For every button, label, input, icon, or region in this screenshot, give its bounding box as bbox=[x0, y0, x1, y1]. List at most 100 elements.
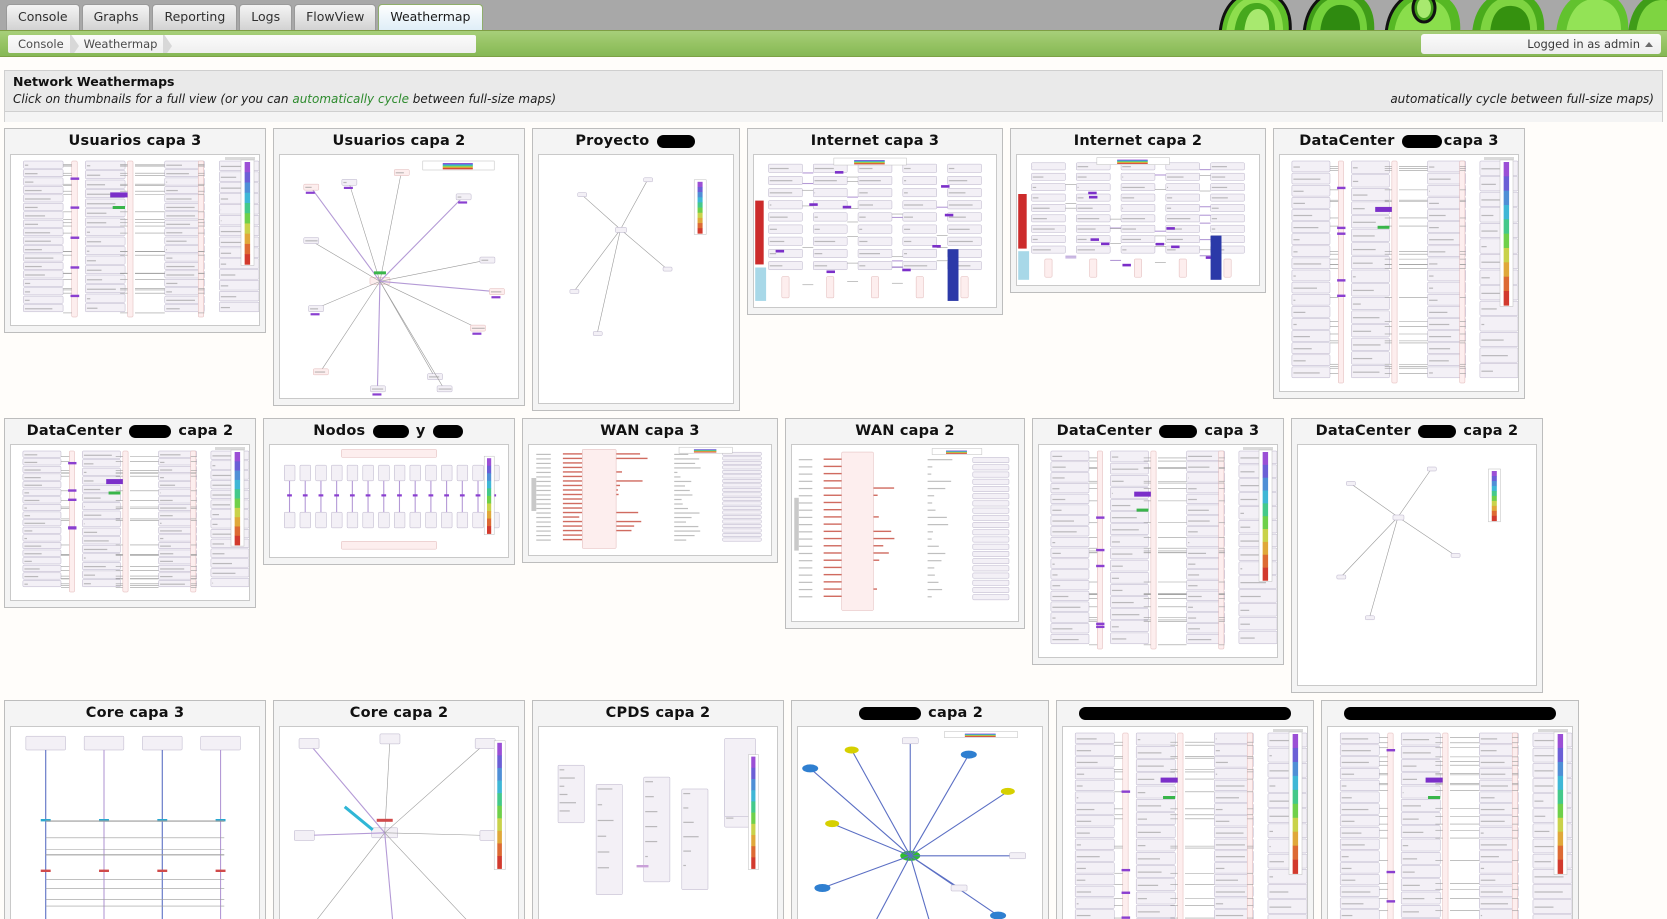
weathermap-card[interactable]: Nodos y bbox=[263, 418, 515, 566]
user-menu[interactable]: Logged in as admin bbox=[1421, 34, 1661, 54]
chevron-up-icon bbox=[1645, 41, 1653, 47]
weathermap-title-suffix: capa 2 bbox=[1458, 423, 1519, 440]
weathermap-title: Nodos y bbox=[264, 419, 514, 444]
right-note-after: between full-size maps) bbox=[1506, 91, 1654, 106]
weathermap-card[interactable]: Core capa 2 bbox=[273, 700, 525, 919]
weathermap-row: DataCenter capa 2 Nodos y WAN capa 3 WAN c… bbox=[4, 418, 1663, 694]
weathermap-thumbnail[interactable] bbox=[10, 444, 250, 602]
weathermap-thumbnail[interactable] bbox=[797, 726, 1043, 919]
weathermap-card[interactable] bbox=[1056, 700, 1314, 919]
redaction-bar bbox=[372, 424, 409, 438]
breadcrumb-item-weathermap[interactable]: Weathermap bbox=[70, 34, 173, 53]
weathermap-card[interactable]: Core capa 3 bbox=[4, 700, 266, 919]
redaction-bar bbox=[129, 424, 172, 438]
top-spacer bbox=[0, 57, 1667, 70]
weathermap-card[interactable]: Proyecto bbox=[532, 128, 740, 412]
page-subtitle: Click on thumbnails for a full view (or … bbox=[13, 91, 556, 107]
redaction-bar bbox=[432, 424, 463, 438]
weathermap-card[interactable]: Internet capa 2 bbox=[1010, 128, 1266, 294]
weathermap-title: DataCenter capa 3 bbox=[1033, 419, 1283, 444]
redaction-bar bbox=[858, 706, 921, 720]
page-title: Network Weathermaps bbox=[13, 74, 175, 89]
weathermap-thumbnail[interactable] bbox=[753, 154, 997, 309]
weathermap-title: Core capa 2 bbox=[274, 701, 524, 726]
weathermap-thumbnail[interactable] bbox=[10, 726, 260, 919]
weathermap-thumbnail[interactable] bbox=[1297, 444, 1537, 687]
top-tab-bar: Console Graphs Reporting Logs FlowView W… bbox=[0, 0, 1667, 31]
tab-reporting[interactable]: Reporting bbox=[152, 3, 238, 30]
weathermap-title-prefix: DataCenter bbox=[1299, 133, 1400, 150]
redaction-bar bbox=[656, 134, 695, 148]
tab-weathermap[interactable]: Weathermap bbox=[378, 3, 483, 30]
weathermap-thumbnail[interactable] bbox=[528, 444, 772, 557]
weathermap-card[interactable]: Usuarios capa 3 bbox=[4, 128, 266, 334]
weathermap-thumbnail[interactable] bbox=[279, 726, 519, 919]
subtitle-text-after: between full-size maps) bbox=[408, 91, 557, 106]
weathermap-thumbnail[interactable] bbox=[10, 154, 260, 327]
weathermap-thumbnail[interactable] bbox=[791, 444, 1019, 623]
auto-cycle-link[interactable]: automatically cycle bbox=[292, 92, 409, 106]
breadcrumb-arrow-icon bbox=[163, 34, 173, 53]
weathermap-card[interactable]: WAN capa 2 bbox=[785, 418, 1025, 630]
weathermap-title-prefix: Core capa 2 bbox=[349, 705, 449, 722]
weathermap-thumbnail[interactable] bbox=[1327, 726, 1573, 919]
redaction-bar bbox=[1401, 134, 1442, 148]
weathermap-thumbnail[interactable] bbox=[1016, 154, 1260, 287]
weathermap-title-suffix: capa 3 bbox=[1443, 133, 1499, 150]
weathermap-card[interactable]: WAN capa 3 bbox=[522, 418, 778, 564]
weathermap-card[interactable] bbox=[1321, 700, 1579, 919]
breadcrumb-item-console[interactable]: Console bbox=[8, 34, 79, 53]
weathermap-title-prefix: Internet capa 2 bbox=[1073, 133, 1203, 150]
page-subtitle-right: automatically cycle between full-size ma… bbox=[1390, 92, 1654, 106]
weathermap-thumbnail[interactable] bbox=[1062, 726, 1308, 919]
main-tabs: Console Graphs Reporting Logs FlowView W… bbox=[6, 3, 483, 30]
weathermap-title: DataCenter capa 2 bbox=[1292, 419, 1542, 444]
weathermap-thumbnail[interactable] bbox=[1038, 444, 1278, 659]
redaction-bar bbox=[1159, 424, 1198, 438]
weathermap-card[interactable]: capa 2 bbox=[791, 700, 1049, 919]
weathermap-card[interactable]: Internet capa 3 bbox=[747, 128, 1003, 316]
tab-flowview[interactable]: FlowView bbox=[294, 3, 377, 30]
weathermap-title: WAN capa 3 bbox=[523, 419, 777, 444]
weathermap-title: capa 2 bbox=[792, 701, 1048, 726]
weathermap-title: Proyecto bbox=[533, 129, 739, 154]
tab-logs[interactable]: Logs bbox=[239, 3, 293, 30]
weathermap-card[interactable]: Usuarios capa 2 bbox=[273, 128, 525, 407]
weathermap-title-prefix: Nodos bbox=[313, 423, 371, 440]
subtitle-text-before: Click on thumbnails for a full view (or … bbox=[13, 91, 293, 106]
tab-graphs[interactable]: Graphs bbox=[81, 3, 151, 30]
weathermap-card[interactable]: DataCenter capa 2 bbox=[1291, 418, 1543, 694]
weathermap-thumbnail[interactable] bbox=[269, 444, 509, 559]
user-status-label: Logged in as admin bbox=[1527, 37, 1640, 51]
weathermap-title-prefix: Usuarios capa 3 bbox=[68, 133, 202, 150]
weathermap-row: Core capa 3 Core capa 2 CPDS capa 2 capa 2 bbox=[4, 700, 1663, 919]
weathermap-card[interactable]: CPDS capa 2 bbox=[532, 700, 784, 919]
tab-console[interactable]: Console bbox=[6, 3, 80, 30]
page-header: Network Weathermaps Click on thumbnails … bbox=[4, 70, 1663, 113]
weathermap-title: Internet capa 3 bbox=[748, 129, 1002, 154]
redaction-bar bbox=[1079, 706, 1291, 720]
auto-cycle-link-right[interactable]: automatically cycle bbox=[1390, 92, 1507, 106]
weathermap-card[interactable]: DataCenter capa 2 bbox=[4, 418, 256, 609]
weathermap-title-prefix: Core capa 3 bbox=[85, 705, 185, 722]
weathermap-title-prefix: CPDS capa 2 bbox=[605, 705, 711, 722]
weathermap-title: Usuarios capa 3 bbox=[5, 129, 265, 154]
weathermap-thumbnail[interactable] bbox=[538, 154, 734, 405]
weathermap-title-prefix: DataCenter bbox=[1056, 423, 1158, 440]
weathermap-title-prefix: Internet capa 3 bbox=[810, 133, 940, 150]
weathermap-title-prefix: DataCenter bbox=[26, 423, 128, 440]
weathermap-thumbnail[interactable] bbox=[279, 154, 519, 400]
redaction-bar bbox=[1418, 424, 1457, 438]
weathermap-title-prefix: Proyecto bbox=[575, 133, 655, 150]
weathermap-card[interactable]: DataCenter capa 3 bbox=[1273, 128, 1525, 400]
weathermap-title: DataCenter capa 3 bbox=[1274, 129, 1524, 154]
weathermap-thumbnail[interactable] bbox=[538, 726, 778, 919]
weathermap-title: DataCenter capa 2 bbox=[5, 419, 255, 444]
weathermap-title: WAN capa 2 bbox=[786, 419, 1024, 444]
weathermap-title-suffix: capa 2 bbox=[922, 705, 984, 722]
breadcrumb: Console Weathermap bbox=[8, 34, 476, 53]
weathermap-title-suffix: capa 3 bbox=[1199, 423, 1260, 440]
weathermap-title-suffix: capa 2 bbox=[173, 423, 234, 440]
weathermap-card[interactable]: DataCenter capa 3 bbox=[1032, 418, 1284, 666]
weathermap-thumbnail[interactable] bbox=[1279, 154, 1519, 393]
